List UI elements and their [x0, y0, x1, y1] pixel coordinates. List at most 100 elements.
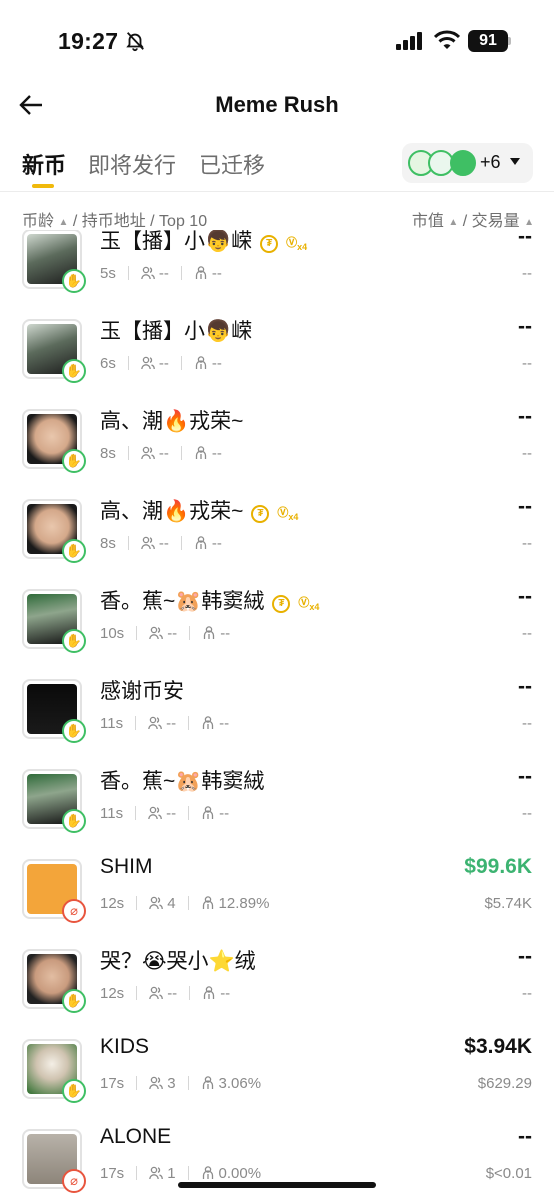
- sort-mcap-label[interactable]: 市值: [412, 213, 444, 230]
- sort-bar: 币龄 ▲ / 持币地址 / Top 10 市值 ▲ / 交易量 ▲: [0, 206, 554, 230]
- top10-icon: [195, 536, 206, 549]
- token-name: 香。蕉~🐹韩窦絨: [100, 590, 265, 613]
- token-top10: --: [211, 265, 222, 282]
- meta-divider: [127, 446, 129, 460]
- holders-icon: [140, 446, 155, 460]
- token-market-cap: --: [518, 765, 532, 788]
- sort-age-label[interactable]: 币龄: [22, 213, 54, 230]
- token-name: ALONE: [100, 1125, 172, 1148]
- token-meta: 8s -- --: [100, 535, 222, 552]
- sort-holders-label: / 持币地址 / Top 10: [72, 213, 208, 230]
- token-name-line: KIDS: [100, 1035, 149, 1059]
- holders-icon: [149, 1166, 164, 1180]
- meta-divider: [187, 1166, 189, 1180]
- token-row[interactable]: ✋ 高、潮🔥戎荣~ ₮ Ⓥx4 8s -- -- -- --: [0, 477, 554, 567]
- meta-divider: [127, 536, 129, 550]
- volume-tag-icon: Ⓥx4: [277, 507, 299, 522]
- token-name-line: 香。蕉~🐹韩窦絨: [100, 765, 264, 795]
- token-row[interactable]: ✋ 玉【播】小👦嵘 6s -- -- -- --: [0, 297, 554, 387]
- hand-badge-icon: ✋: [62, 359, 86, 383]
- sort-arrows-icon[interactable]: ▲: [58, 217, 68, 228]
- token-avatar: ✋: [22, 319, 86, 383]
- status-bar: 19:27 91: [0, 0, 554, 80]
- status-time: 19:27: [58, 28, 119, 54]
- volume-tag-icon: Ⓥx4: [286, 237, 308, 252]
- token-avatar: ⌀: [22, 859, 86, 923]
- token-meta: 10s -- --: [100, 625, 230, 642]
- token-tags: ₮ Ⓥx4: [251, 498, 298, 523]
- token-avatar: ✋: [22, 589, 86, 653]
- token-market-cap: --: [518, 585, 532, 608]
- meta-divider: [188, 806, 190, 820]
- hand-badge-icon: ✋: [62, 269, 86, 293]
- token-market-cap: $3.94K: [464, 1035, 532, 1058]
- token-holders: --: [158, 445, 169, 462]
- token-name-line: 香。蕉~🐹韩窦絨 ₮ Ⓥx4: [100, 585, 319, 615]
- token-meta: 5s -- --: [100, 265, 222, 282]
- token-name: 哭？😭哭小⭐绒: [100, 950, 256, 973]
- hand-badge-icon: ✋: [62, 539, 86, 563]
- hand-badge-icon: ✋: [62, 809, 86, 833]
- more-platforms-count: +6: [480, 152, 501, 172]
- token-name: 玉【播】小👦嵘: [100, 230, 253, 253]
- sort-arrows-icon[interactable]: ▲: [448, 217, 458, 228]
- platform-filter-dropdown[interactable]: +6: [402, 143, 533, 183]
- top10-icon: [202, 806, 214, 819]
- token-name: SHIM: [100, 855, 153, 878]
- token-market-cap: $99.6K: [464, 855, 532, 878]
- token-volume: --: [522, 805, 532, 822]
- token-holders: 4: [167, 895, 176, 912]
- holders-icon: [149, 1076, 164, 1090]
- token-name: 高、潮🔥戎荣~: [100, 410, 244, 433]
- token-volume: $629.29: [477, 1075, 532, 1092]
- token-volume: --: [522, 265, 532, 282]
- token-row[interactable]: ✋ 哭？😭哭小⭐绒 12s -- -- -- --: [0, 927, 554, 1017]
- token-volume: $5.74K: [484, 895, 532, 912]
- sort-arrows-icon[interactable]: ▲: [524, 217, 534, 228]
- coin-tag-icon: ₮: [272, 595, 291, 613]
- token-row[interactable]: ✋ 玉【播】小👦嵘 ₮ Ⓥx4 5s -- -- -- --: [0, 230, 554, 297]
- token-meta: 17s 3 3.06%: [100, 1075, 261, 1092]
- token-name-line: 感谢币安: [100, 675, 184, 705]
- meta-divider: [187, 1076, 189, 1090]
- tab-new-coins[interactable]: 新币: [22, 148, 66, 180]
- tab-upcoming[interactable]: 即将发行: [88, 148, 176, 180]
- volume-tag-icon: Ⓥx4: [298, 597, 320, 612]
- token-name-line: SHIM: [100, 855, 153, 879]
- token-name-line: ALONE: [100, 1125, 171, 1149]
- token-row[interactable]: ✋ 感谢币安 11s -- -- -- --: [0, 657, 554, 747]
- cellular-signal-icon: [396, 32, 422, 50]
- sort-right: 市值 ▲ / 交易量 ▲: [412, 207, 534, 231]
- holders-icon: [140, 536, 155, 550]
- token-top10: --: [211, 355, 222, 372]
- holders-icon: [148, 806, 162, 820]
- meta-divider: [180, 356, 182, 370]
- token-meta: 11s -- --: [100, 805, 229, 822]
- token-age: 17s: [100, 1165, 125, 1182]
- token-holders: --: [166, 715, 177, 732]
- token-row[interactable]: ✋ 高、潮🔥戎荣~ 8s -- -- -- --: [0, 387, 554, 477]
- top-nav: Meme Rush: [0, 84, 554, 128]
- token-avatar: ✋: [22, 499, 86, 563]
- meta-divider: [180, 266, 182, 280]
- battery-level: 91: [468, 30, 508, 52]
- token-market-cap: --: [518, 945, 532, 968]
- token-market-cap: --: [518, 495, 532, 518]
- token-volume: --: [522, 715, 532, 732]
- page-title: Meme Rush: [215, 92, 339, 117]
- token-volume: --: [522, 535, 532, 552]
- token-row[interactable]: ⌀ SHIM 12s 4 12.89% $99.6K $5.74K: [0, 837, 554, 927]
- tab-migrated[interactable]: 已迁移: [199, 148, 265, 180]
- token-list: ✋ 玉【播】小👦嵘 ₮ Ⓥx4 5s -- -- -- -- ✋ 玉【播】小👦嵘 6s -…: [0, 230, 554, 1200]
- token-market-cap: --: [518, 315, 532, 338]
- token-age: 8s: [100, 445, 116, 462]
- token-holders: --: [167, 625, 178, 642]
- token-row[interactable]: ✋ 香。蕉~🐹韩窦絨 11s -- -- -- --: [0, 747, 554, 837]
- token-row[interactable]: ✋ 香。蕉~🐹韩窦絨 ₮ Ⓥx4 10s -- -- -- --: [0, 567, 554, 657]
- money-bag-platform-icon: [450, 150, 476, 176]
- holders-icon: [149, 986, 164, 1000]
- active-tab-indicator: [32, 184, 54, 188]
- token-row[interactable]: ✋ KIDS 17s 3 3.06% $3.94K $629.29: [0, 1017, 554, 1107]
- token-name-line: 高、潮🔥戎荣~: [100, 405, 243, 435]
- token-age: 12s: [100, 985, 125, 1002]
